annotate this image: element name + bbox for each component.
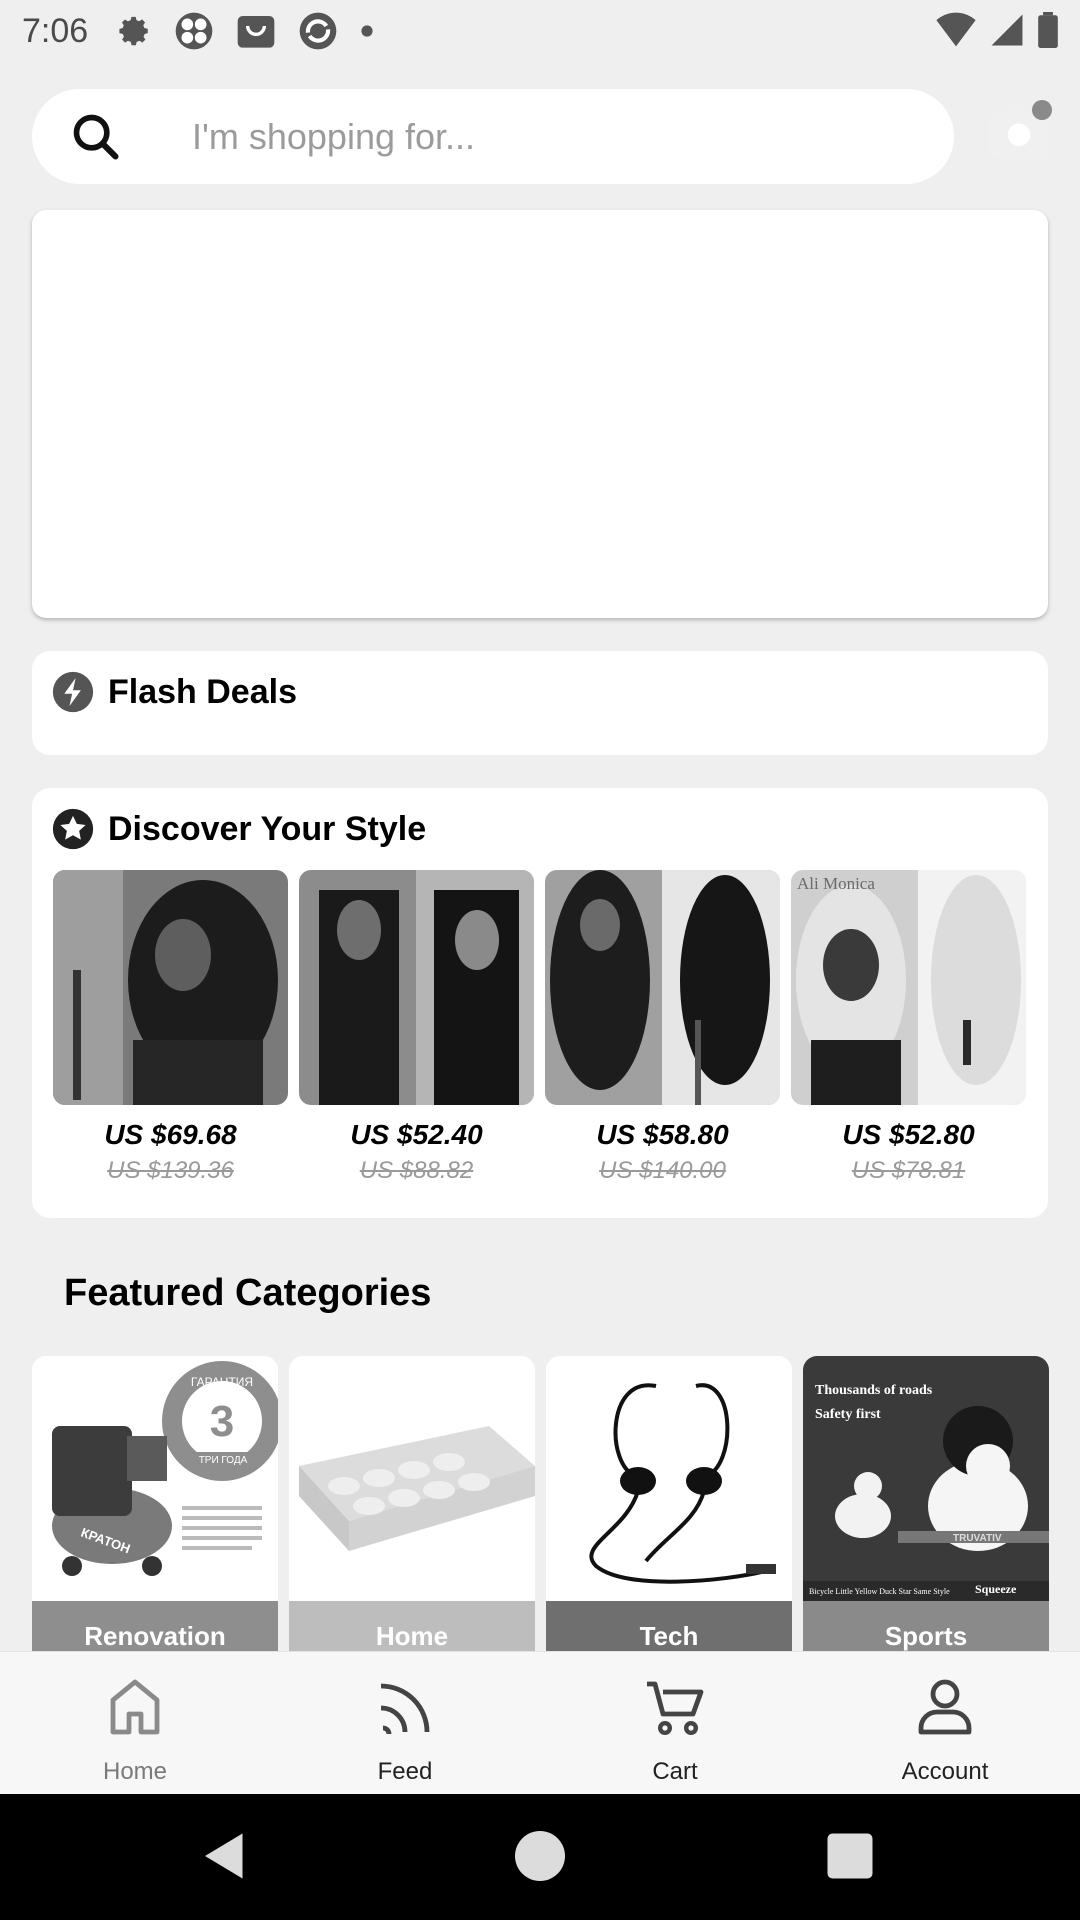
notification-dot [1032, 100, 1052, 120]
sports-image-text-2: Safety first [815, 1407, 881, 1422]
product-price: US $52.40 [350, 1119, 483, 1150]
category-image-text-big: 3 [210, 1397, 234, 1446]
product-image[interactable] [299, 870, 534, 1105]
cart-icon [647, 1681, 704, 1736]
category-home[interactable]: Home [289, 1356, 535, 1651]
product-original-price: US $139.36 [107, 1157, 234, 1184]
category-image: 3 ГАРАНТИЯ ТРИ ГОДА КРАТОН [32, 1356, 278, 1601]
search-icon [73, 114, 119, 160]
lightning-icon [52, 671, 94, 713]
account-icon [918, 1679, 972, 1735]
nav-label-feed: Feed [377, 1758, 433, 1785]
fan-icon [175, 12, 213, 50]
status-bar: 7:06 [0, 0, 1080, 62]
category-tech[interactable]: Tech [546, 1356, 792, 1651]
home-icon [110, 1679, 160, 1735]
category-label: Sports [803, 1601, 1049, 1651]
product-card[interactable]: Ali Monica US $52.80 US $78.81 [791, 870, 1026, 1185]
product-image[interactable] [53, 870, 288, 1105]
wifi-icon [936, 12, 976, 47]
nav-label-cart: Cart [652, 1758, 698, 1785]
image-watermark-text: Ali Monica [797, 874, 875, 893]
category-image-text-small: ТРИ ГОДА [199, 1455, 248, 1466]
category-label: Home [289, 1601, 535, 1651]
discover-title: Discover Your Style [108, 809, 427, 848]
back-icon[interactable] [195, 1826, 255, 1886]
nav-label-account: Account [901, 1758, 989, 1785]
product-original-price: US $78.81 [851, 1157, 966, 1184]
nav-item-account[interactable]: Account [810, 1652, 1080, 1795]
sports-image-text-brand: TRUVATIV [953, 1533, 1002, 1544]
discover-style-card: Discover Your Style US $69.68 US $139.36 [32, 788, 1048, 1218]
system-navigation-bar [0, 1794, 1080, 1920]
home-circle-icon[interactable] [510, 1826, 570, 1886]
product-original-price: US $140.00 [599, 1157, 726, 1184]
sports-image-text-squeeze: Squeeze [975, 1582, 1017, 1596]
flash-deals-header: Flash Deals [52, 671, 297, 713]
product-card[interactable]: US $69.68 US $139.36 [53, 870, 288, 1185]
category-label: Renovation [32, 1601, 278, 1651]
recents-icon[interactable] [820, 1826, 880, 1886]
discover-header: Discover Your Style [52, 808, 426, 850]
category-renovation[interactable]: 3 ГАРАНТИЯ ТРИ ГОДА КРАТОН Renovation [32, 1356, 278, 1651]
product-image[interactable]: Ali Monica [791, 870, 1026, 1105]
nav-item-feed[interactable]: Feed [270, 1652, 540, 1795]
category-image-text-arc: ГАРАНТИЯ [191, 1375, 253, 1389]
product-price: US $69.68 [104, 1119, 237, 1150]
featured-categories-title: Featured Categories [64, 1272, 432, 1314]
product-card[interactable]: US $58.80 US $140.00 [545, 870, 780, 1185]
bottom-navigation: Home Feed Cart Account [0, 1651, 1080, 1794]
shop-icon [237, 16, 275, 48]
status-notification-icons [118, 11, 374, 51]
dot-icon [361, 25, 373, 37]
category-image [546, 1356, 792, 1601]
product-original-price: US $88.82 [359, 1157, 474, 1184]
category-label: Tech [546, 1601, 792, 1651]
star-badge-icon [52, 808, 94, 850]
product-price: US $58.80 [596, 1119, 729, 1150]
status-system-icons [936, 12, 1058, 48]
product-price: US $52.80 [842, 1119, 975, 1150]
flash-deals-card[interactable]: Flash Deals [32, 651, 1048, 755]
promo-banner[interactable] [32, 210, 1048, 618]
product-card[interactable]: US $52.40 US $88.82 [299, 870, 534, 1185]
sync-icon [299, 12, 337, 50]
status-time: 7:06 [22, 11, 89, 50]
search-input[interactable]: I'm shopping for... [192, 89, 475, 184]
flash-deals-title: Flash Deals [108, 672, 297, 711]
category-sports[interactable]: Thousands of roads Safety first TRUVATIV… [803, 1356, 1049, 1651]
category-image [289, 1356, 535, 1601]
nav-item-home[interactable]: Home [0, 1652, 270, 1795]
sports-image-text-bottom: Bicycle Little Yellow Duck Star Same Sty… [809, 1587, 950, 1596]
battery-icon [1038, 12, 1058, 48]
product-image[interactable] [545, 870, 780, 1105]
feed-icon [380, 1683, 430, 1735]
nav-item-cart[interactable]: Cart [540, 1652, 810, 1795]
search-bar[interactable]: I'm shopping for... [32, 89, 954, 184]
category-image: Thousands of roads Safety first TRUVATIV… [803, 1356, 1049, 1601]
signal-icon [991, 14, 1023, 46]
sports-image-text-1: Thousands of roads [815, 1383, 933, 1398]
gear-icon [119, 16, 148, 46]
nav-label-home: Home [102, 1758, 168, 1785]
